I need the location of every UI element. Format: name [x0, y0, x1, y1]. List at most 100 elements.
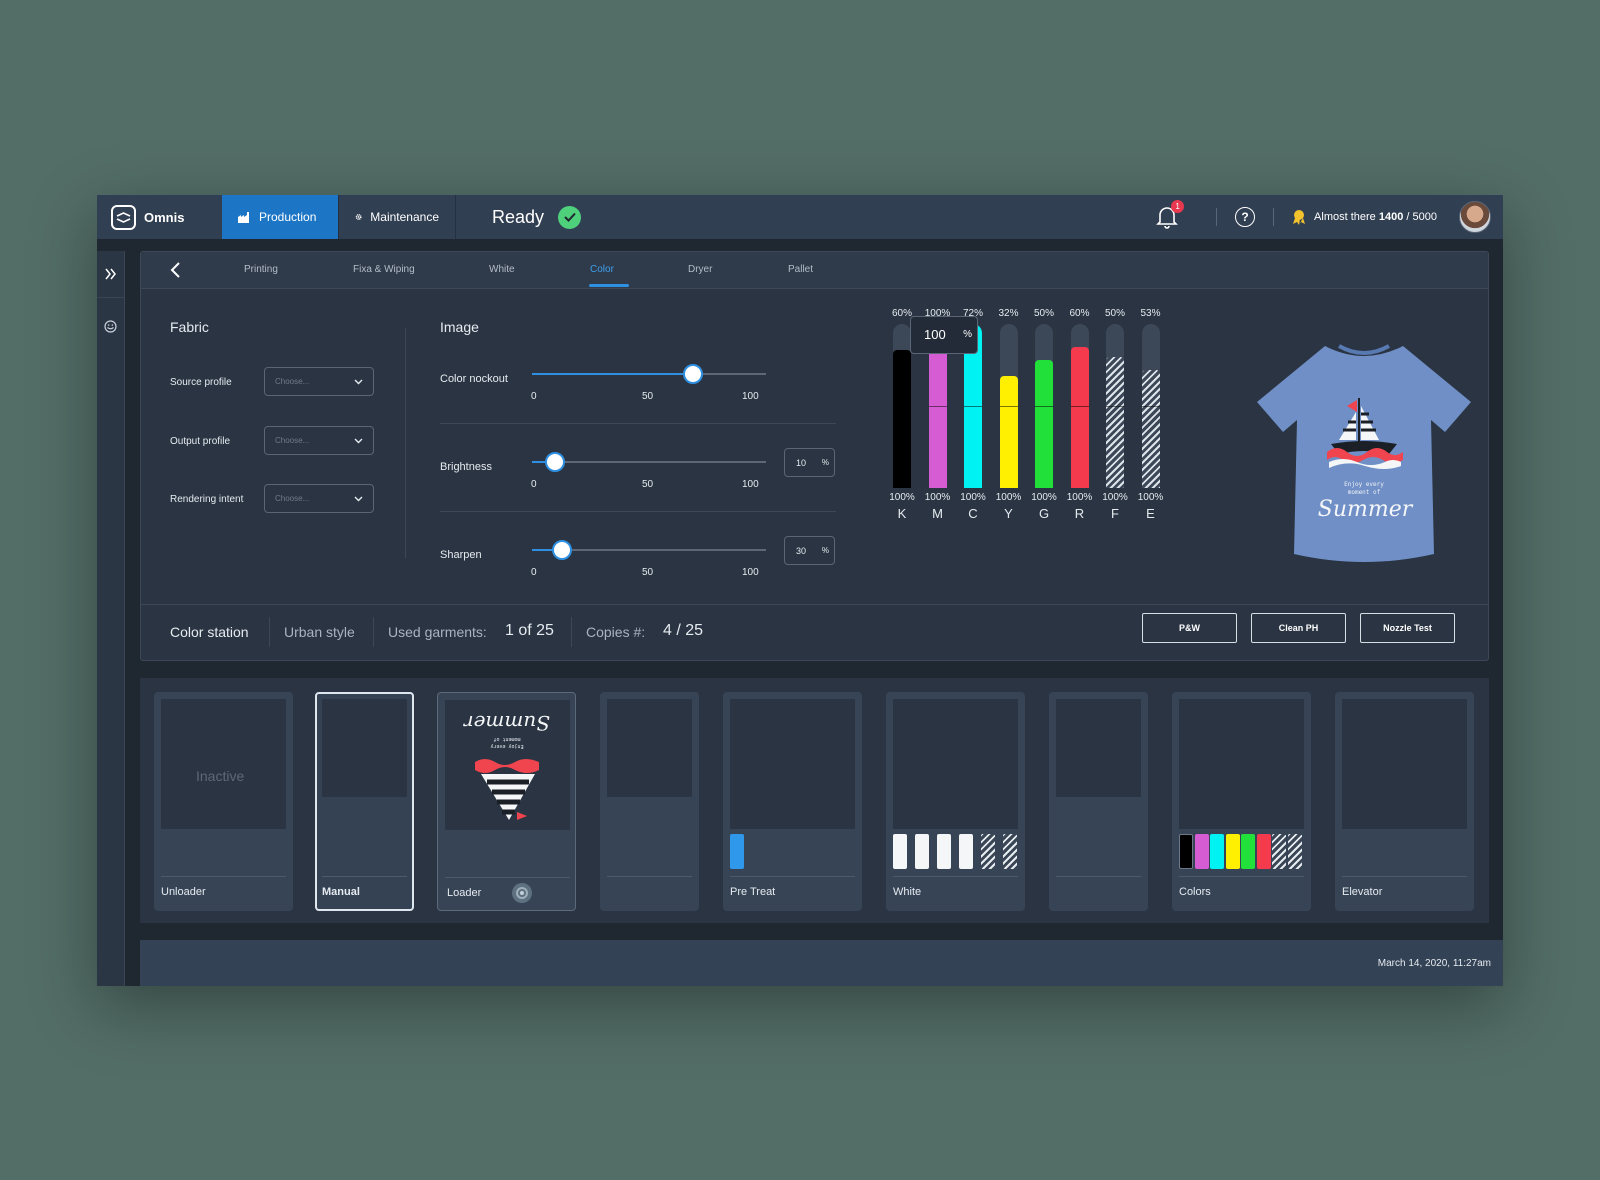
slider-tick-label: 50 [642, 391, 654, 402]
sidebar-item-feedback[interactable] [97, 298, 124, 354]
ink-channel-y[interactable]: 32% 100% Y [991, 308, 1027, 538]
ink-channel-f[interactable]: 50% 100% F [1097, 308, 1133, 538]
divider [607, 876, 692, 877]
station-screen [1056, 699, 1141, 797]
user-avatar[interactable] [1459, 201, 1491, 233]
loading-spinner-icon [512, 883, 532, 903]
divider [440, 423, 836, 424]
style-name: Urban style [284, 624, 355, 640]
ink-channel-letter: E [1146, 506, 1155, 521]
divider [1342, 876, 1467, 877]
station-empty[interactable] [1049, 692, 1148, 911]
slider-value-input[interactable]: 30% [784, 536, 835, 565]
output-profile-select[interactable]: Choose... [264, 426, 374, 455]
chevron-down-icon [354, 379, 363, 385]
ink-levels: 60% 100% K 100% 100% M 72% 100% C 32% 100% Y 50% 100%… [884, 308, 1184, 538]
ink-bar-fill [1035, 360, 1053, 488]
ink-bar-fill [1141, 369, 1160, 488]
ink-capacity-label: 100% [889, 492, 915, 503]
ink-bar-track [1106, 324, 1124, 488]
divider [440, 511, 836, 512]
tab-pallet[interactable]: Pallet [788, 264, 813, 275]
divider [730, 876, 855, 877]
station-pre-treat[interactable]: Pre Treat [723, 692, 862, 911]
loaded-garment-graphic: Summer moment of Enjoy every [463, 711, 550, 820]
help-icon[interactable]: ? [1235, 207, 1256, 227]
station-elevator[interactable]: Elevator [1335, 692, 1474, 911]
pw-button[interactable]: P&W [1142, 613, 1237, 643]
output-profile-label: Output profile [170, 436, 231, 447]
ink-channel-letter: M [932, 506, 943, 521]
garment-preview: Enjoy every moment of Summer [1257, 344, 1471, 562]
preview-line-1: Enjoy every [1344, 481, 1384, 488]
ink-bar-track [893, 324, 911, 488]
station-screen [730, 699, 855, 829]
active-tab-indicator [589, 284, 629, 287]
divider [322, 876, 407, 877]
divider [571, 617, 572, 647]
tab-dryer[interactable]: Dryer [688, 264, 712, 275]
slider-track[interactable] [532, 461, 766, 463]
ink-channel-g[interactable]: 50% 100% G [1026, 308, 1062, 538]
slider-value-input[interactable]: 10% [784, 448, 835, 477]
ink-level-label: 32% [998, 308, 1019, 319]
svg-text:moment of: moment of [493, 736, 520, 742]
station-empty[interactable] [600, 692, 699, 911]
source-profile-label: Source profile [170, 377, 232, 388]
divider [445, 877, 570, 878]
flush-ink-bar [981, 834, 995, 869]
ink-channel-r[interactable]: 60% 100% R [1062, 308, 1098, 538]
ink-capacity-label: 100% [1066, 492, 1093, 503]
slider-knob[interactable] [545, 452, 566, 472]
slider-label: Color nockout [440, 373, 508, 385]
tab-white[interactable]: White [489, 264, 515, 275]
ink-capacity-label: 100% [960, 492, 986, 503]
white-ink-bar [893, 834, 907, 869]
notifications-button[interactable]: 1 [1156, 200, 1185, 229]
tab-fixa-wiping[interactable]: Fixa & Wiping [353, 264, 415, 275]
back-arrow-icon[interactable] [167, 261, 185, 279]
station-colors[interactable]: Colors [1172, 692, 1311, 911]
copies-label: Copies #: [586, 624, 646, 640]
station-loader[interactable]: Summer moment of Enjoy every Loader [437, 692, 576, 911]
output-profile-value: Choose... [275, 436, 310, 445]
preview-line-2: moment of [1348, 489, 1381, 496]
tab-color[interactable]: Color [590, 264, 614, 275]
ink-level-label: 50% [1033, 308, 1054, 319]
white-ink-bar [959, 834, 973, 869]
check-icon [558, 205, 582, 229]
ink-channel-e[interactable]: 53% 100% E [1133, 308, 1169, 538]
clean-ph-button[interactable]: Clean PH [1251, 613, 1346, 643]
source-profile-select[interactable]: Choose... [264, 367, 374, 396]
omnis-logo-icon [111, 204, 136, 230]
slider-track[interactable] [532, 373, 766, 375]
chevron-down-icon [354, 496, 363, 502]
factory-icon [238, 211, 249, 223]
divider [1056, 876, 1141, 877]
station-name: White [893, 886, 922, 898]
color-ink-bar-m [1194, 834, 1209, 869]
nav-production-tab[interactable]: Production [222, 195, 339, 239]
rendering-intent-select[interactable]: Choose... [264, 484, 374, 513]
station-name: Colors [1179, 886, 1211, 898]
ink-capacity-label: 100% [995, 492, 1022, 503]
ink-level-tooltip-input[interactable]: 100% [910, 316, 978, 354]
tshirt-shape [1257, 346, 1471, 562]
station-unloader[interactable]: Inactive Unloader [154, 692, 293, 911]
slider-value: 10 [796, 458, 807, 468]
slider-knob[interactable] [683, 364, 704, 384]
chevron-down-icon [354, 438, 363, 444]
nozzle-test-button[interactable]: Nozzle Test [1360, 613, 1455, 643]
progress-goal: 5000 [1412, 211, 1437, 223]
brand[interactable]: Omnis [97, 195, 222, 239]
section-divider [405, 328, 406, 558]
station-white[interactable]: White [886, 692, 1025, 911]
station-manual[interactable]: Manual [315, 692, 414, 911]
expand-sidebar-button[interactable] [97, 251, 124, 298]
nav-maintenance-tab[interactable]: Maintenance [339, 195, 456, 239]
station-name: Color station [170, 624, 249, 640]
divider [1273, 208, 1275, 226]
tab-printing[interactable]: Printing [244, 264, 278, 275]
slider-knob[interactable] [552, 540, 573, 560]
station-screen [322, 699, 407, 797]
